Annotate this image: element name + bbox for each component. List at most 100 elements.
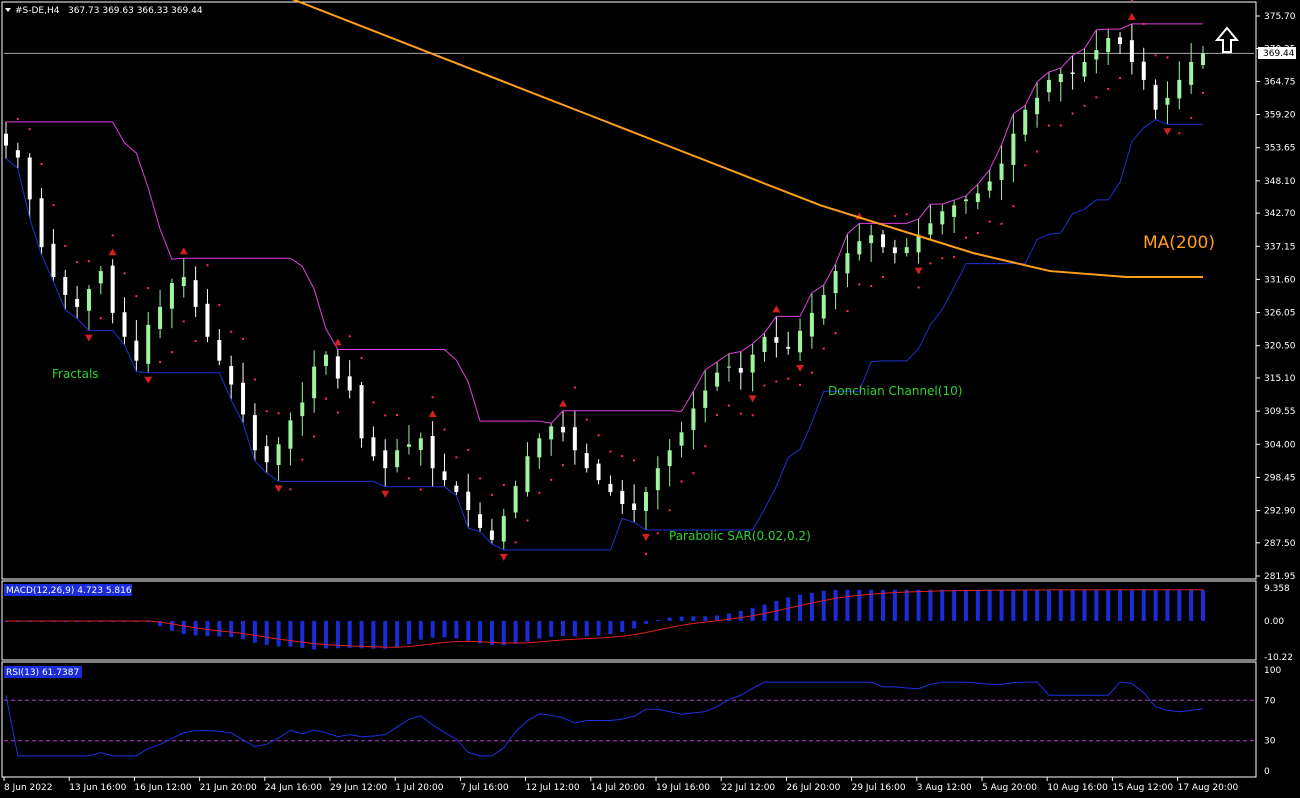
candle-body xyxy=(975,193,980,203)
candle-body xyxy=(726,366,731,368)
sar-dot xyxy=(822,347,825,350)
macd-bar xyxy=(809,592,814,621)
donchian-lower-line xyxy=(5,118,1203,551)
candle-body xyxy=(798,330,803,353)
candle-body xyxy=(513,486,518,513)
symbol-label: #S-DE,H4 xyxy=(15,6,60,16)
sar-dot xyxy=(929,262,932,265)
macd-bar xyxy=(572,620,577,637)
candle-body xyxy=(881,234,886,248)
sar-dot xyxy=(550,478,553,481)
macd-bar xyxy=(975,589,980,621)
candle-body xyxy=(999,163,1004,180)
sar-dot xyxy=(253,378,256,381)
sar-dot xyxy=(135,295,138,298)
rsi-line xyxy=(5,681,1204,757)
sar-dot xyxy=(1095,96,1098,99)
macd-bar xyxy=(916,589,921,621)
macd-bar xyxy=(359,620,364,649)
macd-bar xyxy=(667,617,672,621)
x-tick-label: 26 Jul 20:00 xyxy=(786,783,840,793)
candle-body xyxy=(869,235,874,244)
sar-dot xyxy=(597,434,600,437)
candle-body xyxy=(572,427,577,451)
macd-bar xyxy=(169,620,174,632)
sar-dot xyxy=(573,386,576,389)
macd-bar xyxy=(430,620,435,638)
candle-body xyxy=(383,450,388,469)
macd-bar xyxy=(952,589,957,621)
macd-bar xyxy=(1046,589,1051,621)
sar-dot xyxy=(76,261,79,264)
y-tick-label: 309.55 xyxy=(1264,407,1296,417)
sar-dot xyxy=(1190,116,1193,119)
candle-body xyxy=(312,366,317,399)
sar-dot xyxy=(858,283,861,286)
candle-body xyxy=(27,157,32,200)
macd-bar xyxy=(525,620,530,642)
rsi-title: RSI(13) 61.7387 xyxy=(6,668,79,678)
y-tick-label: 287.50 xyxy=(1264,539,1296,549)
candle-body xyxy=(395,450,400,468)
y-tick-label: 281.95 xyxy=(1264,572,1296,582)
macd-bar xyxy=(1129,589,1134,621)
macd-bar xyxy=(1035,589,1040,621)
candle-body xyxy=(1058,73,1063,83)
candle-body xyxy=(584,453,589,469)
y-tick-label: 331.60 xyxy=(1264,275,1296,285)
sar-dot xyxy=(360,357,363,360)
candle-body xyxy=(300,402,305,417)
sar-dot xyxy=(431,396,434,399)
macd-bar xyxy=(478,620,483,644)
candle-body xyxy=(987,181,992,191)
macd-layer xyxy=(4,589,1205,650)
sar-dot xyxy=(301,458,304,461)
fractal-down-marker xyxy=(499,553,508,561)
macd-bar xyxy=(881,589,886,621)
macd-bar xyxy=(833,589,838,621)
x-tick-label: 29 Jun 12:00 xyxy=(330,783,387,793)
macd-bar xyxy=(229,620,234,638)
sar-dot xyxy=(407,477,410,480)
candle-body xyxy=(181,277,186,287)
candle-body xyxy=(738,367,743,373)
candle-body xyxy=(229,366,234,385)
sar-dot xyxy=(988,220,991,223)
candle-body xyxy=(691,408,696,430)
candle-body xyxy=(454,485,459,493)
macd-bar xyxy=(904,589,909,621)
sar-dot xyxy=(941,257,944,260)
sar-dot xyxy=(787,377,790,380)
candle-body xyxy=(110,265,115,313)
macd-bar xyxy=(217,620,222,637)
macd-bar xyxy=(750,608,755,621)
candle-body xyxy=(809,312,814,337)
candle-body xyxy=(335,356,340,379)
macd-bar xyxy=(940,589,945,621)
sar-dot xyxy=(1154,54,1157,57)
candle-body xyxy=(608,483,613,493)
ma-annotation: MA(200) xyxy=(1143,233,1215,253)
sar-dot xyxy=(40,163,43,166)
macd-bar xyxy=(1153,589,1158,621)
ohlc-readout: 367.73 369.63 366.33 369.44 xyxy=(68,6,203,16)
sar-dot xyxy=(182,320,185,323)
rsi-panel-frame xyxy=(1,661,1257,778)
sar-dot xyxy=(1012,205,1015,208)
candle-body xyxy=(1165,97,1170,105)
main-panel-frame xyxy=(1,1,1257,580)
x-tick-label: 5 Aug 20:00 xyxy=(982,783,1037,793)
candle-body xyxy=(561,426,566,433)
fractal-up-marker xyxy=(428,410,437,418)
macd-bar xyxy=(1189,589,1194,621)
sar-dot xyxy=(1036,150,1039,153)
candle-body xyxy=(418,438,423,450)
macd-y-tick: -10.22 xyxy=(1264,653,1293,663)
macd-bar xyxy=(703,616,708,621)
y-tick-label: 375.70 xyxy=(1264,12,1296,22)
rsi-layer xyxy=(4,681,1254,757)
macd-bar xyxy=(335,620,340,649)
symbol-dropdown-icon[interactable] xyxy=(5,8,11,12)
candle-body xyxy=(478,514,483,528)
macd-bar xyxy=(347,620,352,648)
